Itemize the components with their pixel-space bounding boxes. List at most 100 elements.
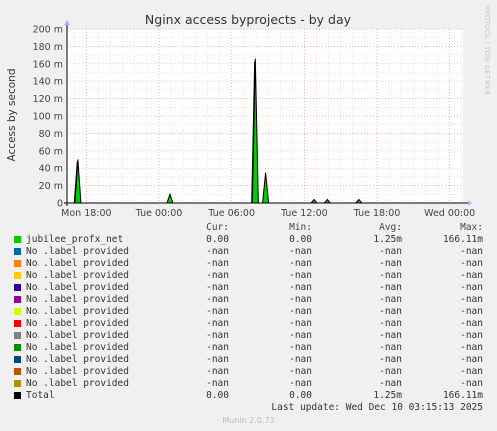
- legend-avg: 1.25m: [373, 390, 402, 401]
- legend-row: No .label provided -nan -nan -nan -nan: [0, 378, 497, 390]
- legend-row: No .label provided -nan -nan -nan -nan: [0, 306, 497, 318]
- legend-row: No .label provided -nan -nan -nan -nan: [0, 342, 497, 354]
- legend-min: -nan: [289, 294, 312, 305]
- header-avg: Avg:: [379, 222, 402, 233]
- legend-max: 166.11m: [442, 234, 483, 245]
- x-tick-label: Wed 00:00: [424, 208, 475, 219]
- legend-swatch: [14, 284, 21, 291]
- legend-avg: -nan: [379, 258, 402, 269]
- legend-max: -nan: [460, 342, 483, 353]
- header-min: Min:: [289, 222, 312, 233]
- legend-max: -nan: [460, 258, 483, 269]
- legend-row: No .label provided -nan -nan -nan -nan: [0, 258, 497, 270]
- legend-swatch: [14, 356, 21, 363]
- legend-swatch: [14, 272, 21, 279]
- legend-max: -nan: [460, 306, 483, 317]
- legend-label: No .label provided: [26, 318, 129, 329]
- legend-row: No .label provided -nan -nan -nan -nan: [0, 366, 497, 378]
- legend-avg: -nan: [379, 354, 402, 365]
- legend-label: No .label provided: [26, 354, 129, 365]
- chart-title: Nginx access byprojects - by day: [145, 12, 352, 27]
- munin-version: Munin 2.0.73: [222, 416, 275, 425]
- legend-swatch: [14, 380, 21, 387]
- legend-avg: -nan: [379, 330, 402, 341]
- legend-min: -nan: [289, 342, 312, 353]
- legend-header: Cur: Min: Avg: Max:: [0, 222, 497, 234]
- legend-max: -nan: [460, 294, 483, 305]
- legend-avg: -nan: [379, 246, 402, 257]
- legend-row: No .label provided -nan -nan -nan -nan: [0, 354, 497, 366]
- legend-min: -nan: [289, 378, 312, 389]
- y-tick-label: 140 m: [33, 77, 63, 88]
- legend-cur: -nan: [206, 378, 229, 389]
- legend-cur: -nan: [206, 282, 229, 293]
- legend-swatch: [14, 248, 21, 255]
- legend-label: jubilee_profx_net: [26, 234, 124, 245]
- x-tick-label: Tue 00:00: [135, 208, 183, 219]
- legend-max: -nan: [460, 330, 483, 341]
- legend-max: -nan: [460, 354, 483, 365]
- last-update: Last update: Wed Dec 10 03:15:13 2025: [271, 402, 483, 413]
- legend-cur: -nan: [206, 270, 229, 281]
- y-tick-label: 100 m: [33, 112, 63, 123]
- y-tick-label: 120 m: [33, 94, 63, 105]
- y-tick-label: 180 m: [33, 42, 63, 53]
- legend-cur: -nan: [206, 306, 229, 317]
- legend-swatch: [14, 332, 21, 339]
- legend-cur: -nan: [206, 258, 229, 269]
- x-tick-label: Tue 06:00: [207, 208, 255, 219]
- y-tick-label: 160 m: [33, 59, 63, 70]
- legend-row: Total 0.00 0.00 1.25m 166.11m: [0, 390, 497, 402]
- legend-avg: 1.25m: [373, 234, 402, 245]
- legend-avg: -nan: [379, 318, 402, 329]
- legend-swatch: [14, 296, 21, 303]
- legend-label: No .label provided: [26, 366, 129, 377]
- legend-min: -nan: [289, 258, 312, 269]
- y-axis-arrow: [64, 20, 70, 25]
- legend-max: -nan: [460, 378, 483, 389]
- legend-cur: 0.00: [206, 390, 229, 401]
- legend-min: -nan: [289, 246, 312, 257]
- legend-cur: -nan: [206, 354, 229, 365]
- legend-label: No .label provided: [26, 342, 129, 353]
- legend-cur: 0.00: [206, 234, 229, 245]
- legend-avg: -nan: [379, 342, 402, 353]
- legend-label: No .label provided: [26, 330, 129, 341]
- legend-row: No .label provided -nan -nan -nan -nan: [0, 294, 497, 306]
- chart: Nginx access byprojects - by day Access …: [6, 5, 491, 219]
- legend-min: -nan: [289, 354, 312, 365]
- legend-min: 0.00: [289, 234, 312, 245]
- legend-min: -nan: [289, 306, 312, 317]
- legend-swatch: [14, 320, 21, 327]
- x-axis-arrow: [468, 200, 472, 206]
- legend-cur: -nan: [206, 318, 229, 329]
- legend-label: No .label provided: [26, 246, 129, 257]
- legend-label: Total: [26, 390, 55, 401]
- legend-avg: -nan: [379, 378, 402, 389]
- watermark: RRDTOOL / TOBI OETIKER: [483, 5, 491, 95]
- legend-min: 0.00: [289, 390, 312, 401]
- legend-max: -nan: [460, 246, 483, 257]
- y-tick-label: 200 m: [33, 25, 63, 36]
- legend-label: No .label provided: [26, 378, 129, 389]
- legend-cur: -nan: [206, 330, 229, 341]
- legend-avg: -nan: [379, 306, 402, 317]
- legend-swatch: [14, 308, 21, 315]
- legend-label: No .label provided: [26, 306, 129, 317]
- legend-max: 166.11m: [442, 390, 483, 401]
- legend-avg: -nan: [379, 282, 402, 293]
- legend-swatch: [14, 392, 21, 399]
- legend-cur: -nan: [206, 246, 229, 257]
- legend-cur: -nan: [206, 366, 229, 377]
- legend-row: No .label provided -nan -nan -nan -nan: [0, 282, 497, 294]
- legend-row: jubilee_profx_net 0.00 0.00 1.25m 166.11m: [0, 234, 497, 246]
- legend-row: No .label provided -nan -nan -nan -nan: [0, 270, 497, 282]
- legend-min: -nan: [289, 270, 312, 281]
- legend-max: -nan: [460, 318, 483, 329]
- legend-min: -nan: [289, 318, 312, 329]
- x-ticks: Mon 18:00 Tue 00:00 Tue 06:00 Tue 12:00 Tue …: [61, 208, 475, 219]
- legend-row: No .label provided -nan -nan -nan -nan: [0, 246, 497, 258]
- legend-swatch: [14, 344, 21, 351]
- x-tick-label: Tue 18:00: [353, 208, 401, 219]
- legend-cur: -nan: [206, 294, 229, 305]
